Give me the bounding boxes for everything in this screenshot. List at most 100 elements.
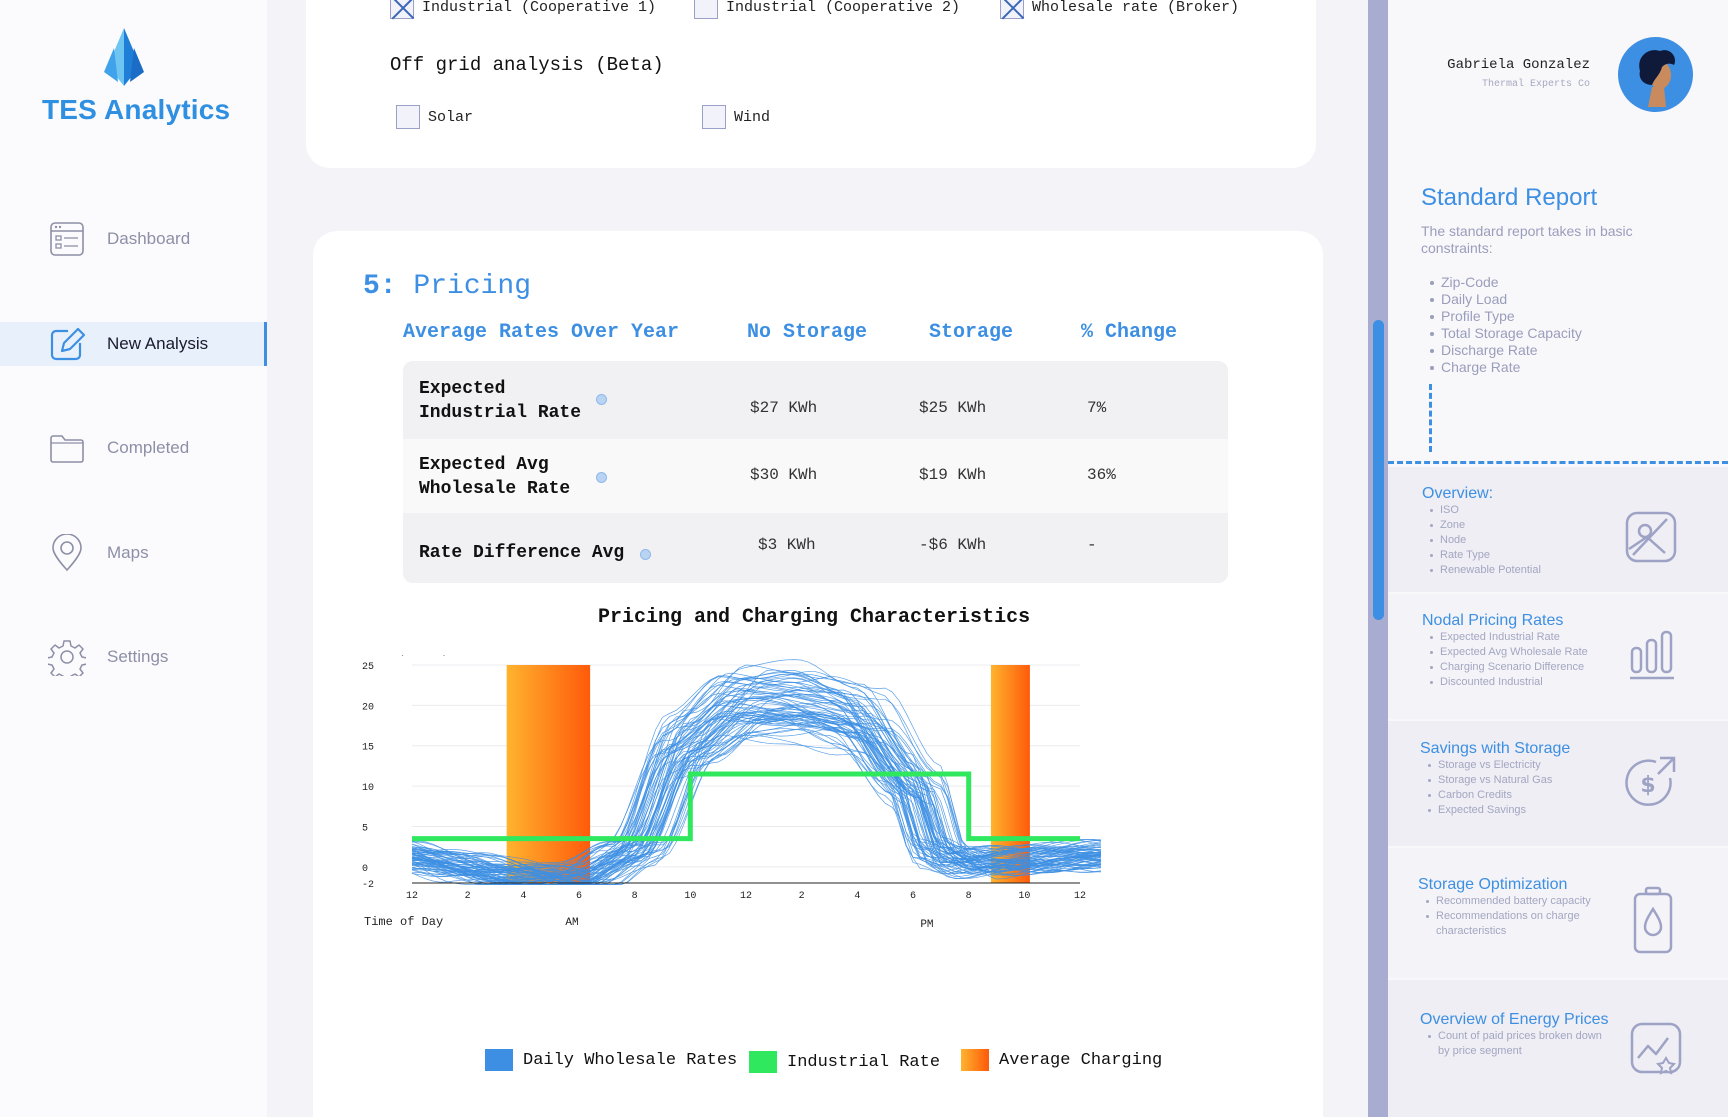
- avatar[interactable]: [1618, 37, 1693, 112]
- chart-title: Pricing and Charging Characteristics: [598, 606, 1031, 629]
- x-tick-label: 2: [799, 891, 805, 902]
- x-tick-label: 12: [740, 891, 752, 902]
- storage-value: $19 KWh: [919, 466, 987, 484]
- list-item: Recommendations on charge characteristic…: [1426, 909, 1616, 939]
- sidebar-item-label: Settings: [107, 647, 169, 666]
- x-tick-label: 4: [854, 891, 860, 902]
- info-icon[interactable]: [640, 549, 651, 560]
- list-item: Expected Savings: [1428, 803, 1552, 818]
- bar-chart-icon: [1630, 630, 1674, 680]
- pricing-chart: 25 20 15 10 5 0 -2 Rate ($/KWh) 12 2 4 6 8 10 12 2 4 6 8 10…: [362, 655, 1101, 931]
- checkbox[interactable]: [702, 105, 726, 129]
- legend-item-charging: Average Charging: [961, 1049, 1162, 1071]
- table-row: Expected Industrial Rate $27 KWh $25 KWh…: [403, 361, 1228, 439]
- app-logo[interactable]: TES Analytics: [40, 28, 240, 128]
- sidebar-item-settings[interactable]: Settings: [0, 635, 267, 679]
- report-title: Standard Report: [1421, 184, 1598, 211]
- list-item: ISO: [1430, 503, 1541, 518]
- user-name: Gabriela Gonzalez: [1447, 57, 1590, 73]
- x-tick-label: 12: [1074, 891, 1086, 902]
- section-list: Storage vs Electricity Storage vs Natura…: [1428, 758, 1552, 818]
- constraints-list: Zip-Code Daily Load Profile Type Total S…: [1430, 274, 1582, 376]
- image-icon: [1625, 511, 1677, 563]
- section-title: Nodal Pricing Rates: [1422, 612, 1564, 629]
- y-tick-label: 25: [362, 662, 374, 673]
- info-icon[interactable]: [596, 472, 607, 483]
- list-item: Expected Industrial Rate: [1430, 630, 1615, 645]
- list-item: Recommended battery capacity: [1426, 894, 1616, 909]
- storage-value: -$6 KWh: [919, 536, 987, 554]
- list-item: Charge Rate: [1430, 359, 1582, 376]
- gear-icon: [48, 640, 86, 676]
- legend-item-wholesale: Daily Wholesale Rates: [485, 1049, 737, 1071]
- list-item: Total Storage Capacity: [1430, 325, 1582, 342]
- row-label: Expected Avg Wholesale Rate: [419, 455, 571, 499]
- section-list: Recommended battery capacity Recommendat…: [1426, 894, 1616, 939]
- sidebar-item-completed[interactable]: Completed: [0, 426, 267, 470]
- y-axis-label: Rate ($/KWh): [362, 655, 448, 657]
- sidebar-item-label: Completed: [107, 438, 190, 457]
- dashed-divider: [1388, 461, 1728, 464]
- checkbox[interactable]: [694, 0, 718, 19]
- column-header-storage: Storage: [929, 321, 1014, 344]
- no-storage-value: $30 KWh: [750, 466, 818, 484]
- sidebar-item-maps[interactable]: Maps: [0, 531, 267, 575]
- y-tick-label: -2: [362, 880, 374, 891]
- price-chart-icon: [1630, 1022, 1682, 1075]
- rate-option-industrial-coop-2[interactable]: Industrial (Cooperative 2): [694, 0, 960, 19]
- scrollbar-thumb[interactable]: [1373, 320, 1384, 620]
- legend-item-industrial: Industrial Rate: [749, 1051, 940, 1073]
- x-tick-label: 12: [406, 891, 418, 902]
- x-tick-label: 4: [520, 891, 526, 902]
- x-tick-label: 10: [684, 891, 696, 902]
- sidebar-item-label: Dashboard: [107, 229, 191, 248]
- section-list: Expected Industrial Rate Expected Avg Wh…: [1430, 630, 1615, 690]
- section-number: 5:: [363, 271, 397, 302]
- section-title: Storage Optimization: [1418, 876, 1568, 893]
- section-title: 5: Pricing: [363, 271, 531, 302]
- y-tick-label: 0: [362, 864, 368, 875]
- list-item: Rate Type: [1430, 548, 1541, 563]
- offgrid-option-solar[interactable]: Solar: [396, 105, 473, 129]
- info-icon[interactable]: [596, 394, 607, 405]
- table-row: Rate Difference Avg $3 KWh -$6 KWh -: [403, 513, 1228, 583]
- report-description: The standard report takes in basic const…: [1421, 223, 1633, 256]
- y-tick-label: 20: [362, 702, 374, 713]
- offgrid-title: Off grid analysis (Beta): [390, 54, 664, 76]
- average-charging-bar: [506, 665, 591, 883]
- checkbox[interactable]: [390, 0, 414, 19]
- checkbox[interactable]: [1000, 0, 1024, 19]
- row-label: Expected Industrial Rate: [419, 379, 582, 423]
- x-tick-label: 6: [910, 891, 916, 902]
- x-tick-label: 8: [632, 891, 638, 902]
- sidebar-item-new-analysis[interactable]: New Analysis: [0, 322, 267, 366]
- legend-swatch: [961, 1049, 989, 1071]
- list-item: Storage vs Natural Gas: [1428, 773, 1552, 788]
- x-tick-label: 8: [966, 891, 972, 902]
- list-item: Profile Type: [1430, 308, 1582, 325]
- legend-swatch: [485, 1049, 513, 1071]
- rate-option-industrial-coop-1[interactable]: Industrial (Cooperative 1): [390, 0, 656, 19]
- map-pin-icon: [52, 534, 82, 572]
- list-item: Zip-Code: [1430, 274, 1582, 291]
- x-axis-label: Time of Day: [364, 915, 443, 929]
- x-tick-label: 2: [465, 891, 471, 902]
- dashboard-icon: [50, 222, 84, 256]
- column-header-no-storage: No Storage: [747, 321, 868, 344]
- change-value: 36%: [1087, 466, 1116, 484]
- sidebar-item-dashboard[interactable]: Dashboard: [0, 217, 267, 261]
- rate-option-wholesale-broker[interactable]: Wholesale rate (Broker): [1000, 0, 1239, 19]
- sidebar: TES Analytics Dashboard New Analysis Com…: [0, 0, 267, 1117]
- table-row: Expected Avg Wholesale Rate $30 KWh $19 …: [403, 439, 1228, 513]
- offgrid-option-wind[interactable]: Wind: [702, 105, 770, 129]
- list-item: Daily Load: [1430, 291, 1582, 308]
- checkbox[interactable]: [396, 105, 420, 129]
- list-item: Expected Avg Wholesale Rate: [1430, 645, 1615, 660]
- list-item: Renewable Potential: [1430, 563, 1541, 578]
- dashed-connector: [1429, 384, 1432, 452]
- section-list: ISO Zone Node Rate Type Renewable Potent…: [1430, 503, 1541, 578]
- list-item: Discounted Industrial: [1430, 675, 1615, 690]
- column-header-percent-change: % Change: [1081, 321, 1178, 344]
- data-sources-card: [306, 0, 1316, 168]
- user-company: Thermal Experts Co: [1481, 79, 1590, 90]
